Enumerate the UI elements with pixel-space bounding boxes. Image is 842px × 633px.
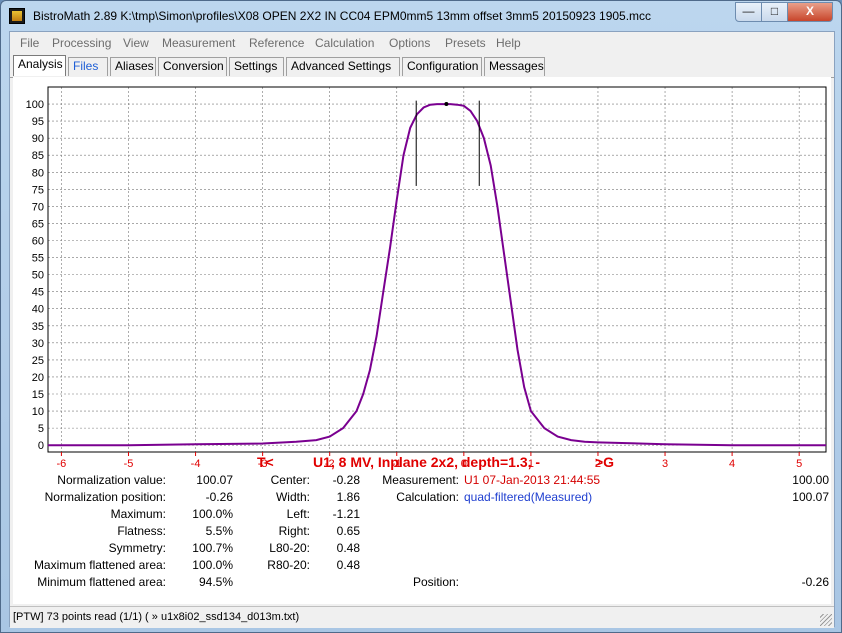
position-right-value: -0.26 <box>801 575 829 589</box>
menu-presets[interactable]: Presets <box>445 36 486 50</box>
normalization-position-label: Normalization position: <box>44 490 166 504</box>
normalization-value-label: Normalization value: <box>57 473 166 487</box>
y-tick-label: 85 <box>32 150 44 162</box>
minimize-button[interactable]: — <box>735 2 762 22</box>
y-tick-label: 95 <box>32 116 44 128</box>
maximum-value: 100.0% <box>192 507 233 521</box>
y-tick-label: 60 <box>32 236 44 248</box>
x-tick-label: 3 <box>662 458 668 470</box>
stats-panel: Normalization value: 100.07 Normalizatio… <box>13 470 831 604</box>
y-tick-label: 10 <box>32 406 44 418</box>
chart-left-marker: T< <box>257 454 274 470</box>
resize-grip[interactable] <box>820 614 832 626</box>
tab-conversion[interactable]: Conversion <box>158 57 227 76</box>
calculation-label: Calculation: <box>396 490 459 504</box>
main-window: BistroMath 2.89 K:\tmp\Simon\profiles\X0… <box>0 0 842 633</box>
y-tick-label: 25 <box>32 355 44 367</box>
y-tick-label: 30 <box>32 338 44 350</box>
tab-advanced-settings[interactable]: Advanced Settings <box>286 57 400 76</box>
measurement-label: Measurement: <box>382 473 459 487</box>
profile-chart-panel[interactable]: 0 5 10 15 20 25 30 35 40 45 50 55 60 65 70 75 80 85 90 95 10… <box>13 77 831 470</box>
y-tick-label: 15 <box>32 389 44 401</box>
y-tick-label: 5 <box>38 423 44 435</box>
tab-strip: Analysis Files Aliases Conversion Settin… <box>10 55 834 78</box>
width-label: Width: <box>275 490 310 504</box>
menu-file[interactable]: File <box>20 36 39 50</box>
min-flattened-label: Minimum flattened area: <box>37 575 166 589</box>
l80-20-label: L80-20: <box>269 541 310 555</box>
max-flattened-label: Maximum flattened area: <box>33 558 166 572</box>
left-label: Left: <box>286 507 310 521</box>
symmetry-label: Symmetry: <box>108 541 166 555</box>
flatness-value: 5.5% <box>205 524 233 538</box>
menu-measurement[interactable]: Measurement <box>162 36 235 50</box>
measurement-value: U1 07-Jan-2013 21:44:55 <box>464 473 601 487</box>
tab-analysis[interactable]: Analysis <box>13 55 66 76</box>
right-label: Right: <box>278 524 310 538</box>
width-value: 1.86 <box>336 490 360 504</box>
close-button[interactable]: X <box>787 2 833 22</box>
calculation-value: quad-filtered(Measured) <box>464 490 593 504</box>
title-bar[interactable]: BistroMath 2.89 K:\tmp\Simon\profiles\X0… <box>1 1 841 31</box>
window-title: BistroMath 2.89 K:\tmp\Simon\profiles\X0… <box>33 9 652 23</box>
status-bar: [PTW] 73 points read (1/1) ( » u1x8i02_s… <box>10 606 834 628</box>
tab-files[interactable]: Files <box>68 57 108 76</box>
center-value: -0.28 <box>332 473 360 487</box>
profile-chart[interactable]: 0510152025303540455055606570758085909510… <box>13 77 831 470</box>
tab-messages[interactable]: Messages <box>484 57 545 76</box>
center-label: Center: <box>270 473 310 487</box>
normalization-value: 100.07 <box>196 473 233 487</box>
maximum-label: Maximum: <box>110 507 166 521</box>
x-tick-label: -4 <box>191 458 201 470</box>
y-tick-label: 55 <box>32 253 44 265</box>
symmetry-value: 100.7% <box>192 541 233 555</box>
app-icon[interactable] <box>9 8 25 24</box>
plot-frame <box>47 86 827 453</box>
y-tick-label: 80 <box>32 167 44 179</box>
y-tick-label: 0 <box>38 440 44 452</box>
menu-calculation[interactable]: Calculation <box>315 36 374 50</box>
menu-help[interactable]: Help <box>496 36 521 50</box>
menu-reference[interactable]: Reference <box>249 36 304 50</box>
y-tick-label: 65 <box>32 218 44 230</box>
y-tick-label: 100 <box>26 99 44 111</box>
client-area: File Processing View Measurement Referen… <box>9 31 835 628</box>
menu-processing[interactable]: Processing <box>52 36 111 50</box>
y-tick-label: 50 <box>32 270 44 282</box>
right-value: 0.65 <box>336 524 360 538</box>
x-tick-label: 4 <box>729 458 735 470</box>
y-tick-label: 35 <box>32 321 44 333</box>
y-tick-label: 90 <box>32 133 44 145</box>
min-flattened-value: 94.5% <box>198 575 233 589</box>
tab-configuration[interactable]: Configuration <box>402 57 482 76</box>
left-value: -1.21 <box>332 507 360 521</box>
calculation-right-value: 100.07 <box>792 490 829 504</box>
menu-options[interactable]: Options <box>389 36 430 50</box>
y-tick-label: 70 <box>32 201 44 213</box>
tab-settings[interactable]: Settings <box>229 57 284 76</box>
status-text: [PTW] 73 points read (1/1) ( » u1x8i02_s… <box>13 611 300 623</box>
measurement-right-value: 100.00 <box>792 473 829 487</box>
y-tick-label: 40 <box>32 304 44 316</box>
x-tick-label: -6 <box>57 458 67 470</box>
y-tick-label: 20 <box>32 372 44 384</box>
x-tick-label: -5 <box>124 458 134 470</box>
r80-20-value: 0.48 <box>336 558 360 572</box>
position-label: Position: <box>412 575 459 589</box>
flatness-label: Flatness: <box>117 524 166 538</box>
l80-20-value: 0.48 <box>336 541 360 555</box>
x-tick-label: 5 <box>796 458 802 470</box>
chart-right-marker: >G <box>595 454 614 470</box>
normalization-position: -0.26 <box>205 490 233 504</box>
tab-aliases[interactable]: Aliases <box>110 57 156 76</box>
r80-20-label: R80-20: <box>267 558 310 572</box>
y-tick-label: 45 <box>32 287 44 299</box>
y-tick-label: 75 <box>32 184 44 196</box>
peak-marker <box>444 102 449 107</box>
maximize-button[interactable]: □ <box>761 2 788 22</box>
menu-view[interactable]: View <box>123 36 149 50</box>
max-flattened-value: 100.0% <box>192 558 233 572</box>
menu-bar: File Processing View Measurement Referen… <box>10 32 834 53</box>
chart-title: U1, 8 MV, Inplane 2x2, depth=1.3, - <box>313 454 540 470</box>
